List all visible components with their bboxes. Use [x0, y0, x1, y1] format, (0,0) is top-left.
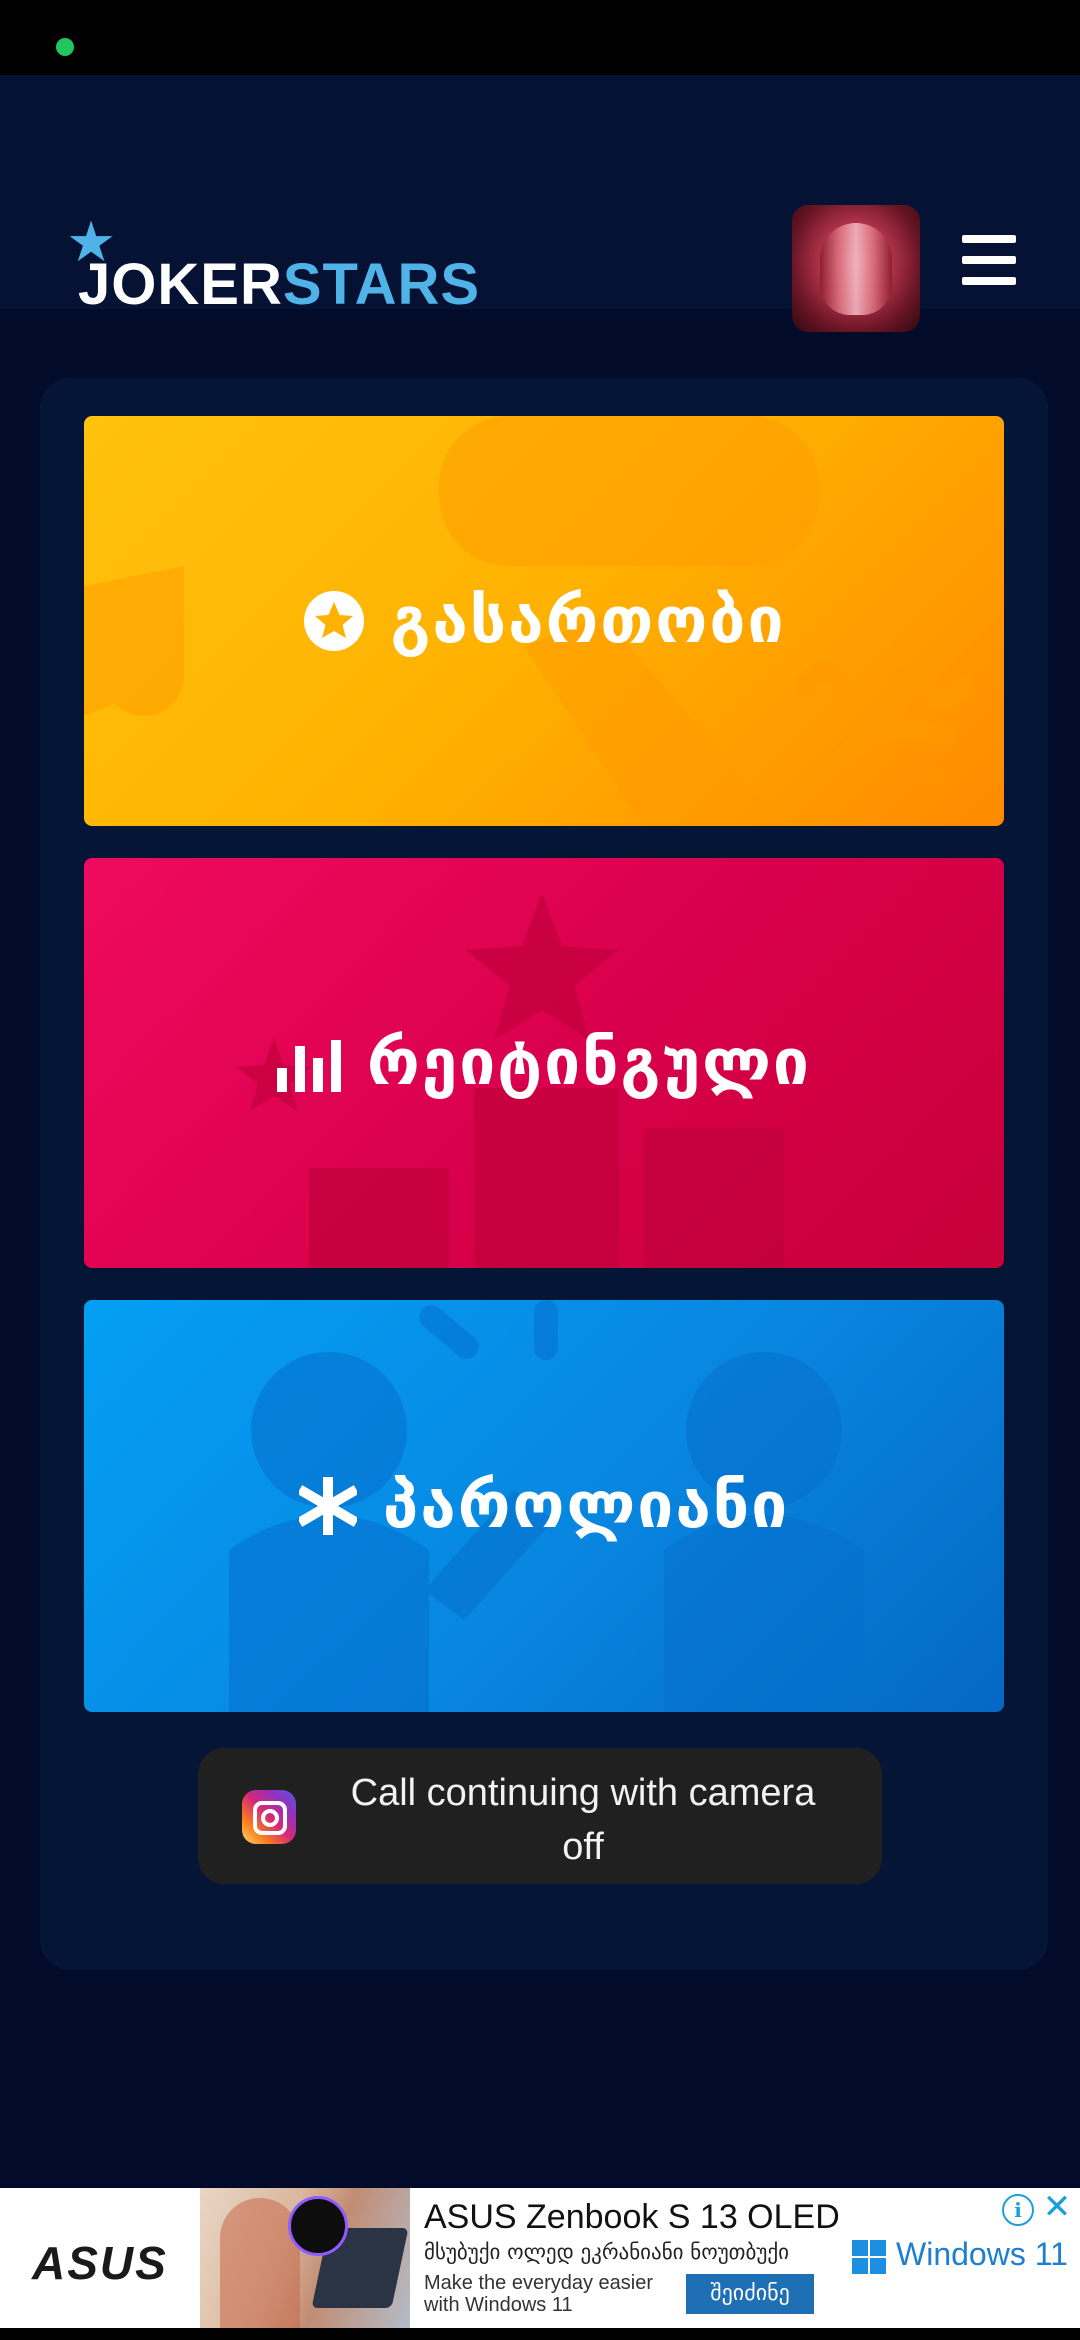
category-card-password[interactable]: პაროლიანი: [84, 1300, 1004, 1712]
ad-info-icon[interactable]: i: [1002, 2194, 1034, 2226]
camera-indicator-icon: [56, 38, 74, 56]
category-label: გასართობი: [390, 584, 786, 658]
toast-message: Call continuing with camera off: [350, 1772, 816, 1868]
avatar[interactable]: [792, 205, 920, 332]
bar-chart-icon: [277, 1034, 342, 1092]
ad-tagline: Make the everyday easier with Windows 11: [424, 2272, 654, 2316]
ad-image: [200, 2188, 410, 2328]
app-header: ★ JOKERSTARS: [0, 75, 1080, 332]
asus-logo: ASUS: [32, 2237, 168, 2289]
call-toast: Call continuing with camera off: [198, 1748, 882, 1884]
status-bar: [0, 0, 1080, 75]
windows-logo-icon: [852, 2240, 886, 2274]
star-circle-icon: [303, 590, 365, 652]
category-label: პაროლიანი: [382, 1469, 790, 1543]
ad-close-icon[interactable]: ✕: [1040, 2190, 1074, 2224]
category-card-entertainment[interactable]: გასართობი: [84, 416, 1004, 826]
ad-title: ASUS Zenbook S 13 OLED: [424, 2198, 840, 2236]
logo-text-blue: STARS: [282, 252, 481, 317]
category-card-rating[interactable]: რეიტინგული: [84, 858, 1004, 1268]
asterisk-icon: [298, 1477, 357, 1535]
hamburger-menu-icon[interactable]: [962, 235, 1016, 295]
ad-buy-button[interactable]: შეიძინე: [686, 2274, 814, 2314]
ad-partner: Windows 11: [896, 2236, 1068, 2272]
category-label: რეიტინგული: [367, 1026, 811, 1100]
jokerstars-logo[interactable]: ★ JOKERSTARS: [66, 215, 479, 325]
ad-subtitle: მსუბუქი ოლედ ეკრანიანი ნოუთბუქი: [424, 2240, 789, 2264]
ad-banner[interactable]: ASUS ASUS Zenbook S 13 OLED მსუბუქი ოლედ…: [0, 2188, 1080, 2328]
logo-text-white: JOKER: [78, 252, 283, 317]
nav-bar: [0, 2328, 1080, 2340]
instagram-icon: [242, 1790, 296, 1844]
